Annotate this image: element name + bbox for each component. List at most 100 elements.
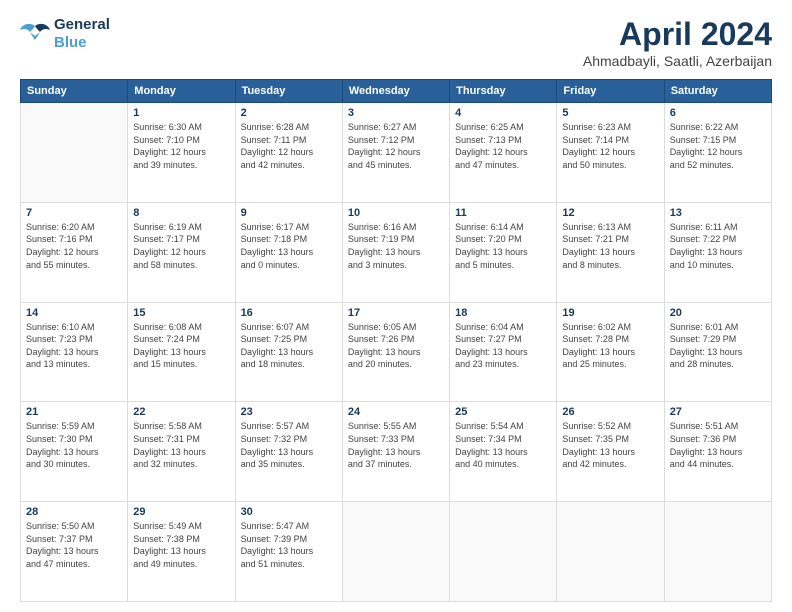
day-info: Sunrise: 6:28 AMSunset: 7:11 PMDaylight:… <box>241 121 337 171</box>
calendar-weekday-header: Friday <box>557 80 664 103</box>
day-number: 19 <box>562 307 658 319</box>
day-number: 17 <box>348 307 444 319</box>
day-info: Sunrise: 5:51 AMSunset: 7:36 PMDaylight:… <box>670 420 766 470</box>
day-info: Sunrise: 6:27 AMSunset: 7:12 PMDaylight:… <box>348 121 444 171</box>
calendar-table: SundayMondayTuesdayWednesdayThursdayFrid… <box>20 79 772 602</box>
day-info: Sunrise: 5:57 AMSunset: 7:32 PMDaylight:… <box>241 420 337 470</box>
calendar-day-cell: 8 Sunrise: 6:19 AMSunset: 7:17 PMDaylight… <box>128 202 235 302</box>
subtitle: Ahmadbayli, Saatli, Azerbaijan <box>583 53 772 69</box>
calendar-week-row: 7Sunrise: 6:20 AMSunset: 7:16 PMDaylight… <box>21 202 772 302</box>
day-number: 26 <box>562 406 658 418</box>
day-info: Sunrise: 6:07 AMSunset: 7:25 PMDaylight:… <box>241 321 337 371</box>
day-info: Sunrise: 5:49 AMSunset: 7:38 PMDaylight:… <box>133 520 229 570</box>
main-title: April 2024 <box>583 16 772 53</box>
calendar-weekday-header: Sunday <box>21 80 128 103</box>
title-block: April 2024 Ahmadbayli, Saatli, Azerbaija… <box>583 16 772 69</box>
calendar-day-cell: 1Sunrise: 6:30 AMSunset: 7:10 PMDaylight… <box>128 103 235 203</box>
day-info: Sunrise: 6:11 AMSunset: 7:22 PMDaylight:… <box>670 221 766 271</box>
calendar-day-cell <box>450 502 557 602</box>
calendar-day-cell: 30Sunrise: 5:47 AMSunset: 7:39 PMDayligh… <box>235 502 342 602</box>
calendar-weekday-header: Wednesday <box>342 80 449 103</box>
calendar-day-cell: 17 Sunrise: 6:05 AMSunset: 7:26 PMDayligh… <box>342 302 449 402</box>
day-number: 18 <box>455 307 551 319</box>
day-info: Sunrise: 6:14 AMSunset: 7:20 PMDaylight:… <box>455 221 551 271</box>
calendar-day-cell: 7Sunrise: 6:20 AMSunset: 7:16 PMDaylight… <box>21 202 128 302</box>
day-number: 20 <box>670 307 766 319</box>
calendar-day-cell: 20Sunrise: 6:01 AMSunset: 7:29 PMDayligh… <box>664 302 771 402</box>
calendar-weekday-header: Tuesday <box>235 80 342 103</box>
calendar-header-row: SundayMondayTuesdayWednesdayThursdayFrid… <box>21 80 772 103</box>
calendar-week-row: 21 Sunrise: 5:59 AMSunset: 7:30 PMDayligh… <box>21 402 772 502</box>
calendar-day-cell: 6 Sunrise: 6:22 AMSunset: 7:15 PMDaylight… <box>664 103 771 203</box>
day-number: 6 <box>670 107 766 119</box>
calendar-day-cell <box>21 103 128 203</box>
day-info: Sunrise: 5:59 AMSunset: 7:30 PMDaylight:… <box>26 420 122 470</box>
day-number: 10 <box>348 207 444 219</box>
day-info: Sunrise: 6:23 AMSunset: 7:14 PMDaylight:… <box>562 121 658 171</box>
calendar-day-cell: 21 Sunrise: 5:59 AMSunset: 7:30 PMDayligh… <box>21 402 128 502</box>
day-info: Sunrise: 6:13 AMSunset: 7:21 PMDaylight:… <box>562 221 658 271</box>
day-number: 12 <box>562 207 658 219</box>
calendar-day-cell: 15 Sunrise: 6:08 AMSunset: 7:24 PMDayligh… <box>128 302 235 402</box>
calendar-weekday-header: Thursday <box>450 80 557 103</box>
calendar-day-cell: 16 Sunrise: 6:07 AMSunset: 7:25 PMDayligh… <box>235 302 342 402</box>
calendar-day-cell: 5Sunrise: 6:23 AMSunset: 7:14 PMDaylight… <box>557 103 664 203</box>
day-info: Sunrise: 6:17 AMSunset: 7:18 PMDaylight:… <box>241 221 337 271</box>
day-info: Sunrise: 5:54 AMSunset: 7:34 PMDaylight:… <box>455 420 551 470</box>
day-number: 7 <box>26 207 122 219</box>
day-number: 14 <box>26 307 122 319</box>
day-number: 11 <box>455 207 551 219</box>
day-info: Sunrise: 5:55 AMSunset: 7:33 PMDaylight:… <box>348 420 444 470</box>
day-number: 22 <box>133 406 229 418</box>
day-info: Sunrise: 5:50 AMSunset: 7:37 PMDaylight:… <box>26 520 122 570</box>
calendar-day-cell: 14 Sunrise: 6:10 AMSunset: 7:23 PMDayligh… <box>21 302 128 402</box>
day-info: Sunrise: 6:22 AMSunset: 7:15 PMDaylight:… <box>670 121 766 171</box>
calendar-day-cell <box>664 502 771 602</box>
day-info: Sunrise: 5:58 AMSunset: 7:31 PMDaylight:… <box>133 420 229 470</box>
day-number: 21 <box>26 406 122 418</box>
calendar-day-cell: 4 Sunrise: 6:25 AMSunset: 7:13 PMDaylight… <box>450 103 557 203</box>
day-info: Sunrise: 6:05 AMSunset: 7:26 PMDaylight:… <box>348 321 444 371</box>
logo-text: General Blue <box>54 16 110 52</box>
calendar-day-cell: 13 Sunrise: 6:11 AMSunset: 7:22 PMDayligh… <box>664 202 771 302</box>
day-number: 15 <box>133 307 229 319</box>
day-info: Sunrise: 6:04 AMSunset: 7:27 PMDaylight:… <box>455 321 551 371</box>
header: General Blue April 2024 Ahmadbayli, Saat… <box>20 16 772 69</box>
day-info: Sunrise: 6:10 AMSunset: 7:23 PMDaylight:… <box>26 321 122 371</box>
calendar-day-cell: 24 Sunrise: 5:55 AMSunset: 7:33 PMDayligh… <box>342 402 449 502</box>
calendar-day-cell: 23 Sunrise: 5:57 AMSunset: 7:32 PMDayligh… <box>235 402 342 502</box>
day-number: 24 <box>348 406 444 418</box>
day-number: 3 <box>348 107 444 119</box>
calendar-day-cell <box>557 502 664 602</box>
day-number: 4 <box>455 107 551 119</box>
day-number: 9 <box>241 207 337 219</box>
day-info: Sunrise: 5:52 AMSunset: 7:35 PMDaylight:… <box>562 420 658 470</box>
calendar-day-cell: 3 Sunrise: 6:27 AMSunset: 7:12 PMDaylight… <box>342 103 449 203</box>
calendar-day-cell <box>342 502 449 602</box>
day-info: Sunrise: 6:19 AMSunset: 7:17 PMDaylight:… <box>133 221 229 271</box>
day-info: Sunrise: 5:47 AMSunset: 7:39 PMDaylight:… <box>241 520 337 570</box>
calendar-day-cell: 22 Sunrise: 5:58 AMSunset: 7:31 PMDayligh… <box>128 402 235 502</box>
day-info: Sunrise: 6:02 AMSunset: 7:28 PMDaylight:… <box>562 321 658 371</box>
day-number: 16 <box>241 307 337 319</box>
day-info: Sunrise: 6:25 AMSunset: 7:13 PMDaylight:… <box>455 121 551 171</box>
day-number: 27 <box>670 406 766 418</box>
day-number: 28 <box>26 506 122 518</box>
day-info: Sunrise: 6:08 AMSunset: 7:24 PMDaylight:… <box>133 321 229 371</box>
calendar-weekday-header: Saturday <box>664 80 771 103</box>
calendar-week-row: 1Sunrise: 6:30 AMSunset: 7:10 PMDaylight… <box>21 103 772 203</box>
day-number: 8 <box>133 207 229 219</box>
day-number: 25 <box>455 406 551 418</box>
day-number: 23 <box>241 406 337 418</box>
logo: General Blue <box>20 16 110 52</box>
calendar-day-cell: 10Sunrise: 6:16 AMSunset: 7:19 PMDayligh… <box>342 202 449 302</box>
calendar-day-cell: 28 Sunrise: 5:50 AMSunset: 7:37 PMDayligh… <box>21 502 128 602</box>
calendar-day-cell: 25 Sunrise: 5:54 AMSunset: 7:34 PMDayligh… <box>450 402 557 502</box>
calendar-weekday-header: Monday <box>128 80 235 103</box>
day-number: 29 <box>133 506 229 518</box>
day-number: 2 <box>241 107 337 119</box>
calendar-day-cell: 19 Sunrise: 6:02 AMSunset: 7:28 PMDayligh… <box>557 302 664 402</box>
calendar-day-cell: 11 Sunrise: 6:14 AMSunset: 7:20 PMDayligh… <box>450 202 557 302</box>
day-number: 13 <box>670 207 766 219</box>
page: General Blue April 2024 Ahmadbayli, Saat… <box>0 0 792 612</box>
